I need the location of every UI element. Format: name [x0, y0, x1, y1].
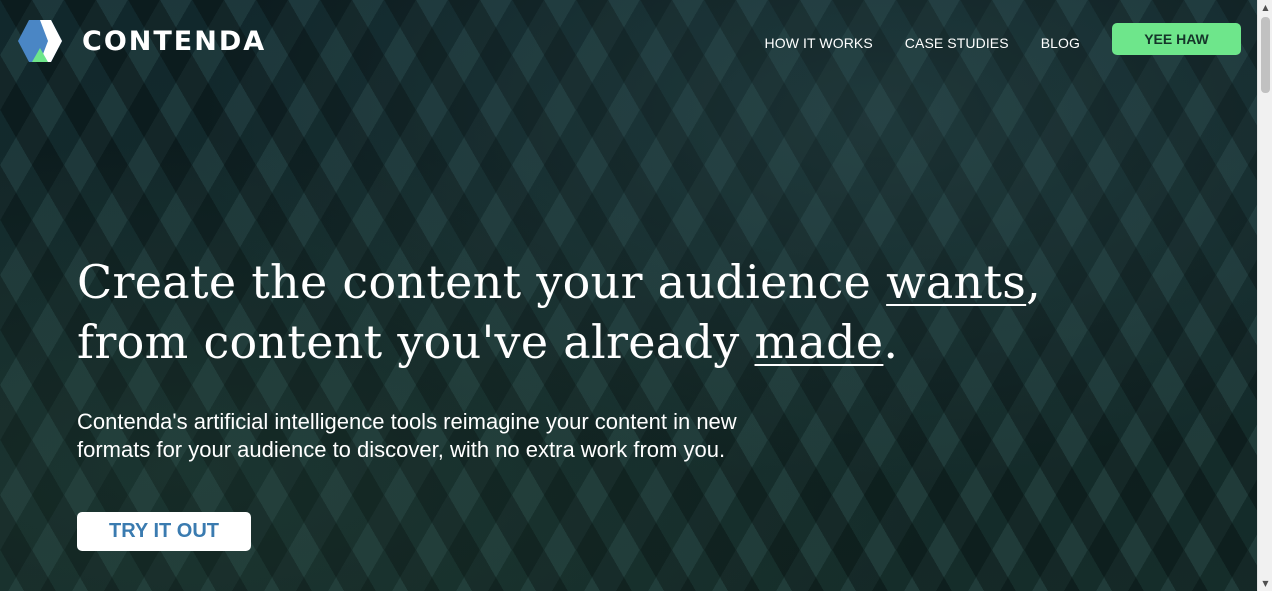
brand-logo[interactable]: CONTENDA: [18, 20, 266, 62]
headline-emphasis-wants: wants: [886, 255, 1027, 309]
nav-link-blog[interactable]: BLOG: [1041, 35, 1080, 51]
headline-text: from content you've already: [77, 315, 755, 369]
hexagon-logo-icon: [18, 20, 62, 62]
nav-link-case-studies[interactable]: CASE STUDIES: [905, 35, 1009, 51]
headline-punctuation: ,: [1026, 255, 1042, 309]
hero-content: Create the content your audience wants, …: [77, 252, 1041, 551]
nav-cta-button[interactable]: YEE HAW: [1112, 23, 1241, 55]
headline-emphasis-made: made: [754, 315, 884, 369]
arrow-up-icon[interactable]: ▲: [1258, 0, 1272, 15]
headline-punctuation: .: [883, 315, 899, 369]
arrow-down-icon[interactable]: ▼: [1258, 576, 1272, 591]
nav-links: HOW IT WORKS CASE STUDIES BLOG YEE HAW: [765, 23, 1241, 55]
headline-text: Create the content your audience: [77, 255, 887, 309]
top-navigation: CONTENDA HOW IT WORKS CASE STUDIES BLOG …: [0, 0, 1257, 82]
hero-headline: Create the content your audience wants, …: [77, 252, 1041, 372]
try-it-out-button[interactable]: TRY IT OUT: [77, 512, 251, 551]
hero-subheading: Contenda's artificial intelligence tools…: [77, 409, 737, 462]
brand-name: CONTENDA: [82, 25, 267, 57]
scrollbar-thumb[interactable]: [1261, 17, 1270, 93]
vertical-scrollbar[interactable]: ▲ ▼: [1257, 0, 1272, 591]
nav-link-how-it-works[interactable]: HOW IT WORKS: [765, 35, 873, 51]
